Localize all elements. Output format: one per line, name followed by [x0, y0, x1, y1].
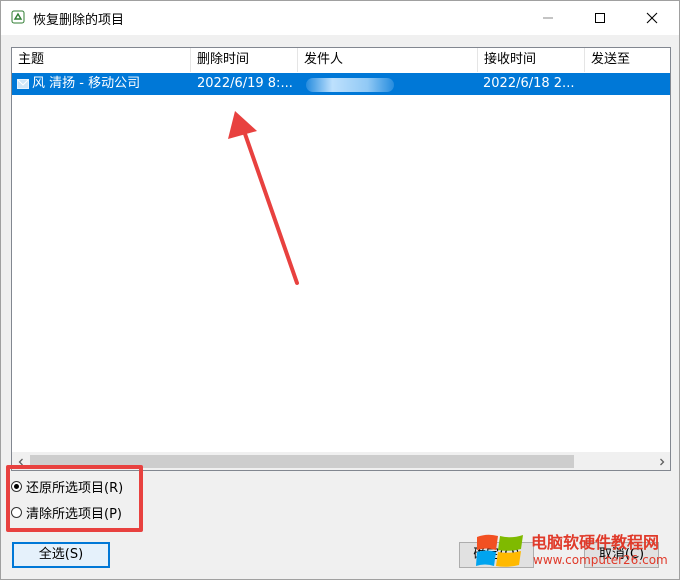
close-icon — [646, 12, 658, 24]
column-header-sender[interactable]: 发件人 — [298, 48, 478, 72]
column-header-subject[interactable]: 主题 — [12, 48, 191, 72]
select-all-button[interactable]: 全选(S) — [12, 542, 110, 568]
blurred-sender — [306, 78, 394, 92]
row-subject: 风 清扬 - 移动公司 — [32, 76, 141, 91]
row-received-time: 2022/6/18 2... — [483, 76, 575, 91]
window-title: 恢复删除的项目 — [33, 13, 125, 28]
title-bar: 恢复删除的项目 — [1, 1, 679, 35]
mail-icon — [17, 79, 29, 89]
restore-deleted-items-dialog: 恢复删除的项目 主题 删除时间 发件人 接收时间 发送至 风 清扬 - 移动公司… — [0, 0, 680, 580]
scroll-right-button[interactable] — [653, 453, 670, 470]
windows-logo-icon — [476, 534, 523, 567]
column-header-received-time[interactable]: 接收时间 — [478, 48, 585, 72]
row-sent-to — [591, 73, 667, 95]
watermark-url: www.computer26.com — [533, 553, 668, 567]
chevron-right-icon — [659, 458, 664, 465]
site-watermark: 电脑软硬件教程网 www.computer26.com — [475, 525, 675, 577]
deleted-items-list[interactable]: 主题 删除时间 发件人 接收时间 发送至 风 清扬 - 移动公司 2022/6/… — [11, 47, 671, 471]
watermark-title: 电脑软硬件教程网 — [531, 533, 660, 552]
list-header: 主题 删除时间 发件人 接收时间 发送至 — [12, 48, 670, 72]
row-deleted-time: 2022/6/19 8:... — [197, 76, 293, 91]
column-header-deleted-time[interactable]: 删除时间 — [191, 48, 298, 72]
maximize-button[interactable] — [577, 1, 623, 35]
maximize-icon — [595, 13, 605, 23]
recycle-icon — [11, 10, 25, 24]
minimize-icon — [543, 17, 553, 19]
minimize-button[interactable] — [525, 1, 571, 35]
table-row[interactable]: 风 清扬 - 移动公司 2022/6/19 8:... 2022/6/18 2.… — [12, 73, 670, 95]
column-header-sent-to[interactable]: 发送至 — [585, 48, 670, 72]
annotation-highlight-box — [6, 465, 143, 532]
close-button[interactable] — [629, 1, 675, 35]
row-sender — [298, 73, 478, 95]
